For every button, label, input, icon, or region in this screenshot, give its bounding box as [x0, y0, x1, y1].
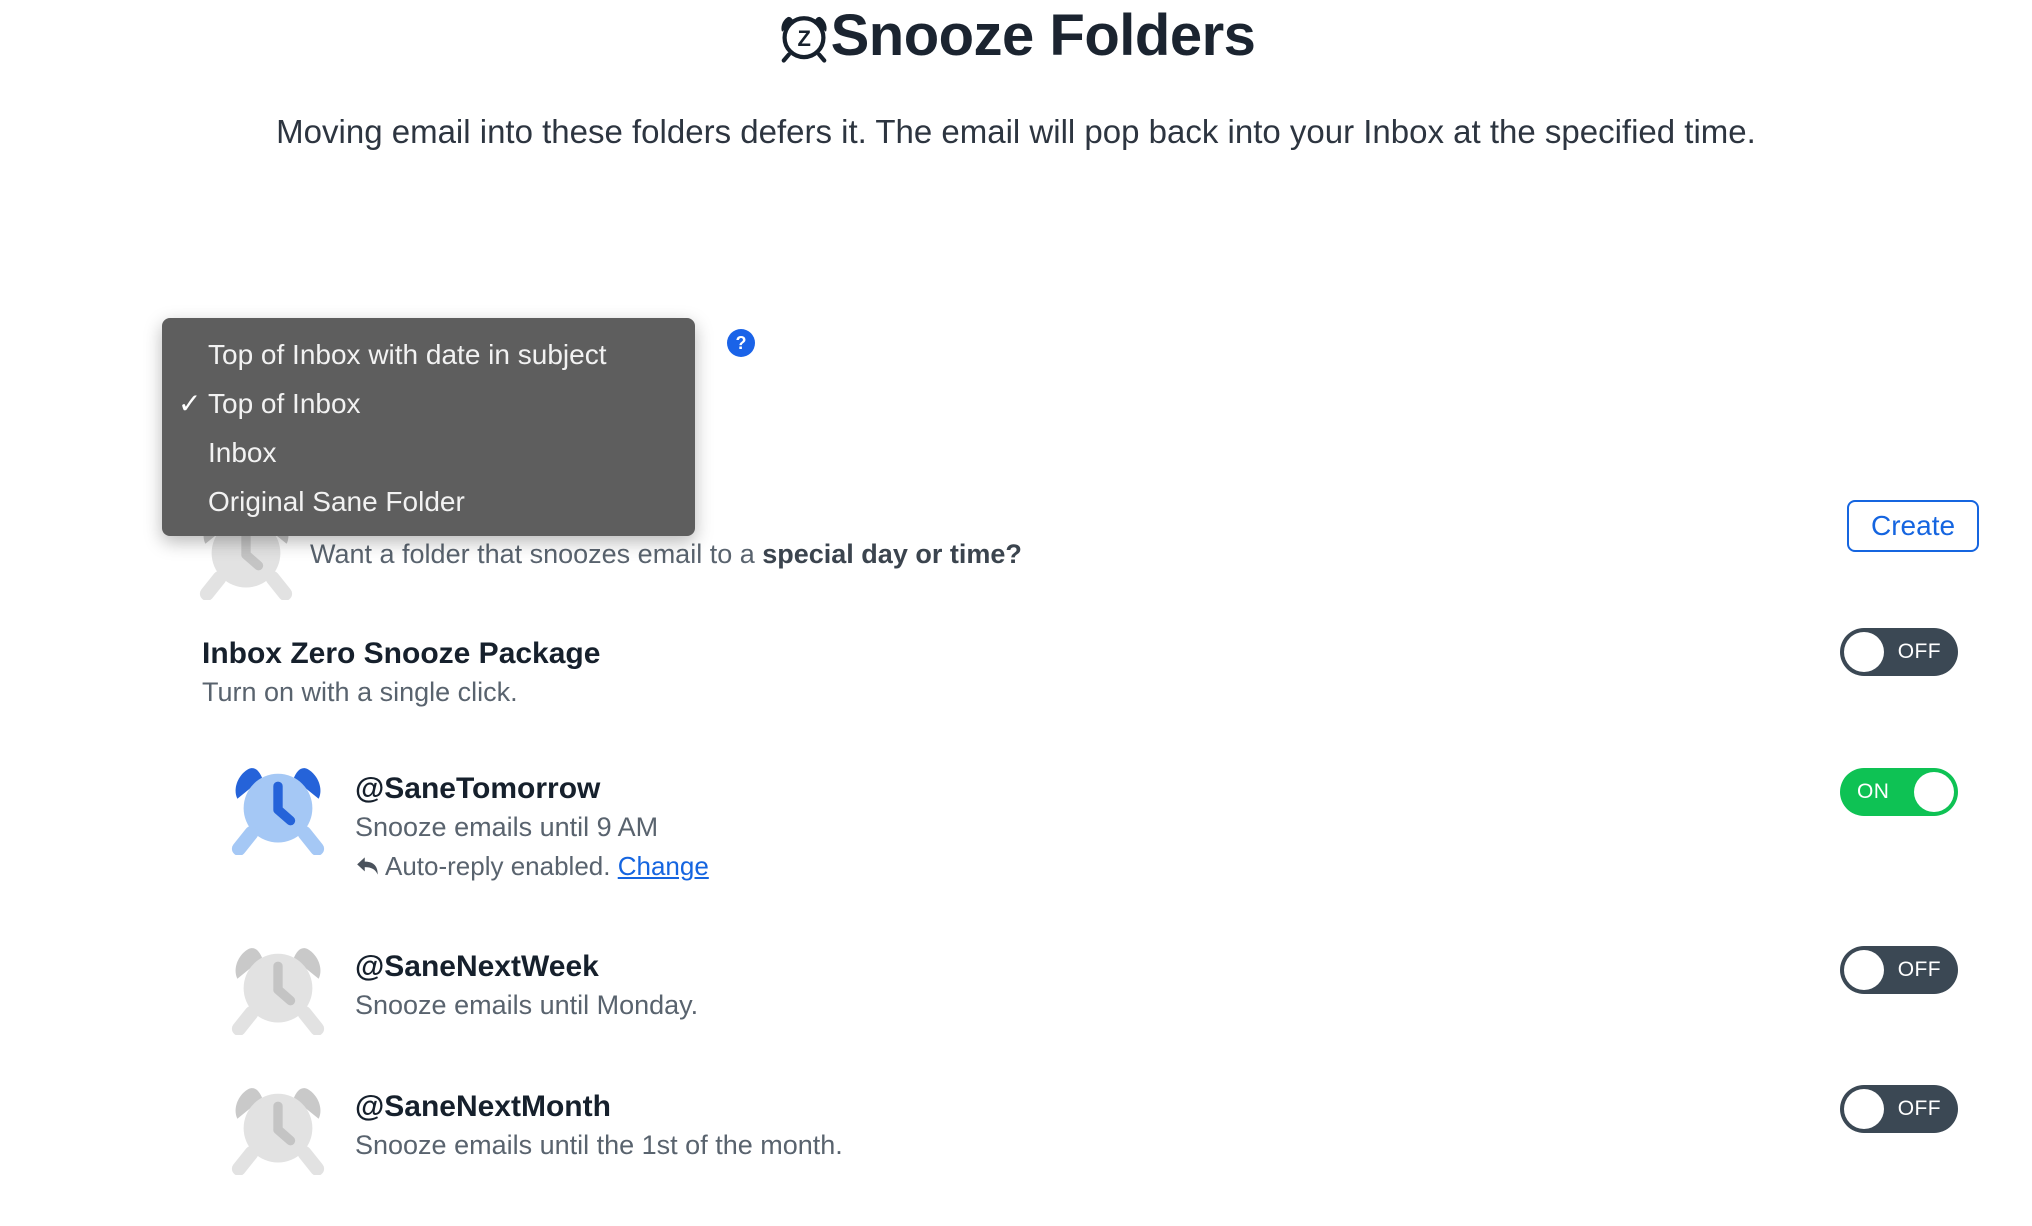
sanetomorrow-text: @SaneTomorrow Snooze emails until 9 AM A…	[355, 770, 709, 884]
package-name: Inbox Zero Snooze Package	[202, 637, 601, 670]
alarm-clock-gray-icon	[231, 1088, 325, 1175]
package-text: Inbox Zero Snooze Package Turn on with a…	[202, 635, 600, 711]
folder-description-sanetomorrow: Snooze emails until 9 AM	[355, 812, 659, 842]
folder-toggle-label: ON	[1857, 780, 1890, 803]
reply-arrow-icon	[357, 857, 378, 875]
package-description: Turn on with a single click.	[202, 677, 518, 707]
toggle-knob	[1844, 950, 1884, 990]
dropdown-option-label: Original Sane Folder	[208, 486, 465, 517]
create-button[interactable]: Create	[1847, 500, 1980, 552]
dropdown-option-inbox[interactable]: Inbox	[162, 428, 695, 477]
folder-name-sanenextmonth: @SaneNextMonth	[355, 1090, 611, 1123]
folder-autoreply-note: Auto-reply enabled. Change	[355, 848, 709, 884]
package-toggle[interactable]: OFF	[1840, 628, 1958, 676]
alarm-clock-z-icon: Z	[781, 16, 827, 63]
page-title: Z Snooze Folders	[0, 0, 2032, 72]
folder-toggle-label: OFF	[1897, 1097, 1941, 1120]
custom-folder-prompt-emphasis: special day or time?	[762, 539, 1022, 569]
help-icon[interactable]: ?	[727, 329, 755, 357]
page-subtitle: Moving email into these folders defers i…	[276, 113, 1756, 150]
folder-toggle-sanetomorrow[interactable]: ON	[1840, 768, 1958, 816]
folder-description-sanenextweek: Snooze emails until Monday.	[355, 990, 699, 1020]
dropdown-option-label: Top of Inbox with date in subject	[208, 339, 607, 370]
dropdown-option-top-of-inbox[interactable]: ✓ Top of Inbox	[162, 379, 695, 428]
custom-folder-prompt: Want a folder that snoozes email to a	[310, 539, 763, 569]
pop-back-into-dropdown-menu[interactable]: Top of Inbox with date in subject ✓ Top …	[162, 318, 695, 536]
dropdown-option-original-sane-folder[interactable]: Original Sane Folder	[162, 477, 695, 526]
folder-autoreply-text: Auto-reply enabled.	[385, 851, 611, 881]
folder-name-sanenextweek: @SaneNextWeek	[355, 950, 599, 983]
sanenextweek-text: @SaneNextWeek Snooze emails until Monday…	[355, 948, 698, 1024]
svg-text:Z: Z	[797, 26, 810, 51]
alarm-clock-blue-icon	[231, 768, 325, 855]
package-toggle-label: OFF	[1897, 640, 1941, 663]
dropdown-check-icon: ✓	[178, 388, 202, 419]
custom-folder-text: Want a folder that snoozes email to a sp…	[310, 535, 1022, 573]
folder-toggle-sanenextweek[interactable]: OFF	[1840, 946, 1958, 994]
dropdown-option-top-of-inbox-with-date[interactable]: Top of Inbox with date in subject	[162, 330, 695, 379]
toggle-knob	[1844, 1089, 1884, 1129]
alarm-clock-gray-icon	[231, 948, 325, 1035]
sanenextmonth-text: @SaneNextMonth Snooze emails until the 1…	[355, 1088, 843, 1164]
folder-toggle-sanenextmonth[interactable]: OFF	[1840, 1085, 1958, 1133]
page-title-text: Snooze Folders	[830, 3, 1256, 68]
folder-toggle-label: OFF	[1897, 958, 1941, 981]
folder-description-sanenextmonth: Snooze emails until the 1st of the month…	[355, 1130, 843, 1160]
toggle-knob	[1844, 632, 1884, 672]
dropdown-option-label: Inbox	[208, 437, 277, 468]
toggle-knob	[1914, 772, 1954, 812]
dropdown-option-label: Top of Inbox	[208, 388, 361, 419]
change-autoreply-link[interactable]: Change	[618, 851, 709, 881]
folder-name-sanetomorrow: @SaneTomorrow	[355, 772, 601, 805]
